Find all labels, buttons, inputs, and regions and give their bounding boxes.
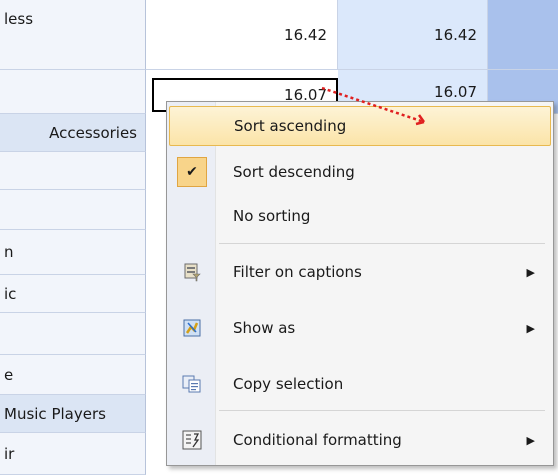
menu-item-label: Copy selection [233,375,344,393]
cell-value: 16.07 [434,82,477,101]
cell-value: 16.42 [284,25,327,44]
row-header-label: less [4,10,34,28]
menu-item-icon-slot [169,308,215,348]
show-as-icon [183,319,201,337]
submenu-arrow-icon: ▶ [526,433,535,447]
row-header[interactable]: Music Players [0,395,146,433]
menu-item-label: No sorting [233,207,311,225]
conditional-formatting-icon [182,430,202,450]
row-header[interactable] [0,152,146,190]
row-header[interactable]: less [0,0,146,70]
row-header[interactable] [0,313,146,355]
row-header-label: e [4,365,14,384]
menu-item-label: Sort descending [233,163,355,181]
cell-value: 16.42 [434,25,477,44]
row-header[interactable] [0,70,146,114]
menu-item-conditional-formatting[interactable]: Conditional formatting ▶ [169,420,551,460]
menu-item-filter-on-captions[interactable]: Filter on captions ▶ [169,252,551,292]
row-header-label: ir [4,444,15,463]
menu-item-show-as[interactable]: Show as ▶ [169,308,551,348]
context-menu: Sort ascending ✔ Sort descending No sort… [166,101,554,466]
menu-item-icon-slot [169,252,215,292]
menu-item-icon-slot [169,196,215,236]
menu-item-icon-slot: ✔ [169,152,215,192]
menu-item-sort-descending[interactable]: ✔ Sort descending [169,152,551,192]
menu-item-icon-slot [169,364,215,404]
row-header[interactable]: Accessories [0,114,146,152]
row-header-label: Accessories [49,123,137,142]
menu-separator [219,243,545,244]
row-header-label: n [4,243,14,261]
table-cell[interactable] [488,0,558,70]
table-cell[interactable]: 16.42 [146,0,338,70]
menu-item-label: Filter on captions [233,263,362,281]
table-cell[interactable]: 16.42 [338,0,488,70]
row-header[interactable]: ir [0,433,146,475]
row-header[interactable] [0,190,146,230]
menu-item-icon-slot [170,106,216,146]
menu-item-no-sorting[interactable]: No sorting [169,196,551,236]
row-header[interactable]: e [0,355,146,395]
menu-separator [219,410,545,411]
submenu-arrow-icon: ▶ [526,265,535,279]
copy-icon [182,375,201,393]
row-header[interactable]: ic [0,275,146,313]
row-header-label: ic [4,284,17,303]
filter-icon [184,263,201,282]
submenu-arrow-icon: ▶ [526,321,535,335]
menu-item-icon-slot [169,420,215,460]
check-icon: ✔ [177,157,207,187]
menu-item-label: Conditional formatting [233,431,402,449]
menu-item-copy-selection[interactable]: Copy selection [169,364,551,404]
row-header[interactable]: n [0,230,146,275]
row-header-label: Music Players [4,404,106,423]
menu-item-label: Show as [233,319,296,337]
annotation-arrow-icon [321,86,426,126]
